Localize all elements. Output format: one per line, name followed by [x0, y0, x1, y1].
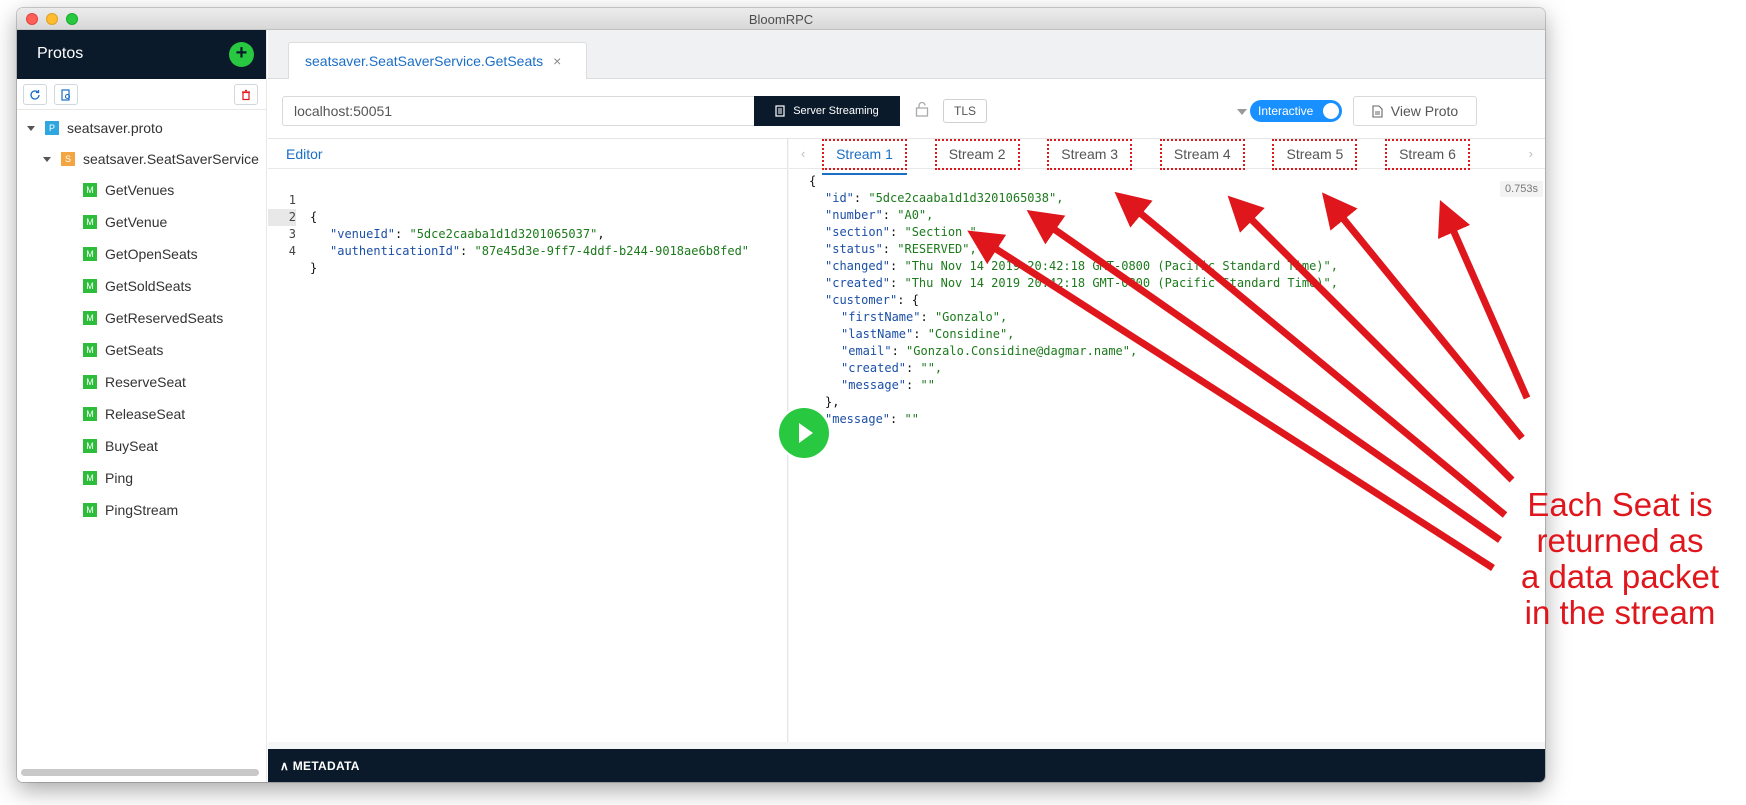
- annotation-line: in the stream: [1524, 594, 1716, 631]
- annotation-line: returned as: [1536, 522, 1704, 559]
- annotation-arrow: [1026, 209, 1503, 543]
- annotation-line: a data packet: [1520, 558, 1720, 595]
- annotation-arrow: [1227, 195, 1515, 483]
- annotation-arrow: [1114, 191, 1508, 518]
- annotation-line: Each Seat is: [1527, 486, 1713, 523]
- annotation-text: Each Seat is returned as a data packet i…: [1510, 487, 1730, 631]
- annotation-arrow: [1438, 199, 1531, 400]
- annotation-arrows: [967, 191, 1531, 571]
